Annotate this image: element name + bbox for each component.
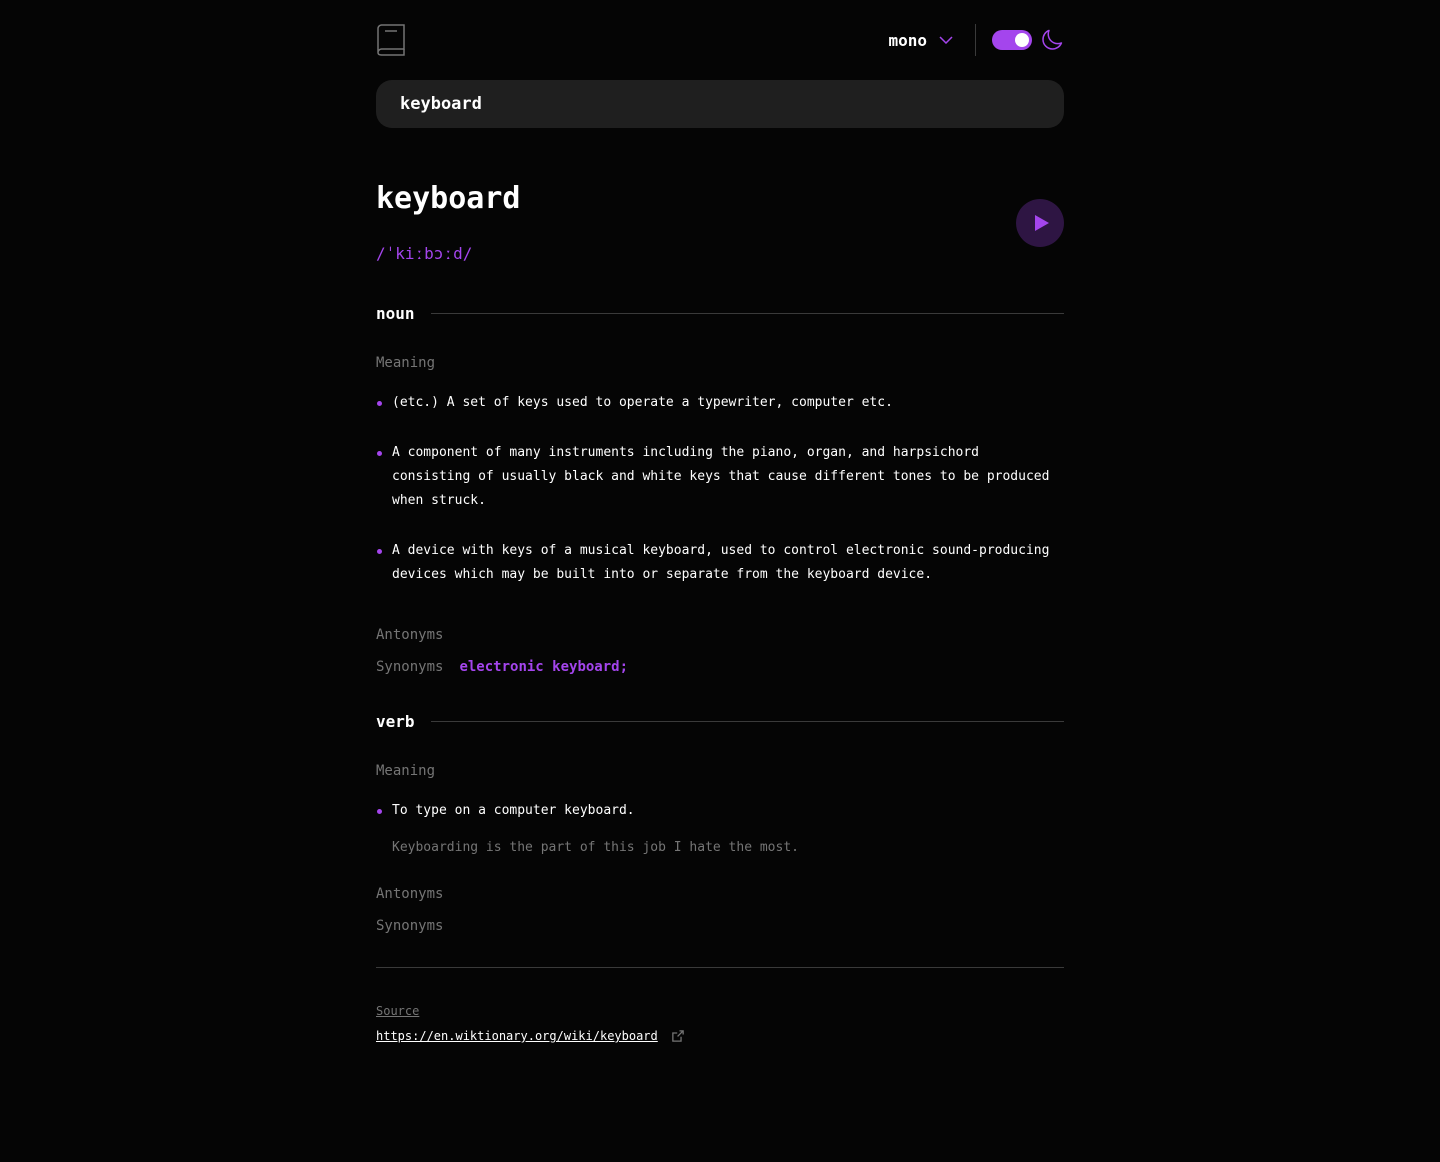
play-audio-button[interactable] — [1016, 199, 1064, 247]
part-of-speech-label: noun — [376, 303, 415, 323]
part-of-speech-divider — [430, 720, 1064, 722]
book-logo-icon[interactable] — [376, 24, 406, 56]
footer-divider — [376, 967, 1064, 968]
header-divider — [975, 24, 976, 56]
antonyms-row: Antonyms — [376, 625, 1064, 645]
part-of-speech-row: noun — [376, 301, 1064, 325]
source-row: https://en.wiktionary.org/wiki/keyboard — [376, 1027, 1064, 1045]
chevron-down-icon — [939, 36, 953, 44]
antonyms-label: Antonyms — [376, 627, 444, 643]
synonyms-row: Synonyms — [376, 916, 1064, 936]
dictionary-page: mono keyboard /ˈkiːbɔːd/ — [376, 0, 1064, 1045]
meaning-section-noun: noun Meaning (etc.) A set of keys used t… — [376, 301, 1064, 677]
definition-item: (etc.) A set of keys used to operate a t… — [376, 391, 1064, 415]
header-controls: mono — [888, 24, 1064, 56]
theme-toggle[interactable] — [992, 30, 1032, 50]
definition-list: (etc.) A set of keys used to operate a t… — [376, 391, 1064, 587]
meaning-heading: Meaning — [376, 355, 436, 371]
font-family-selected-label: mono — [888, 30, 927, 50]
antonyms-row: Antonyms — [376, 884, 1064, 904]
synonyms-label: Synonyms — [376, 918, 444, 934]
part-of-speech-label: verb — [376, 711, 415, 731]
definition-item: A component of many instruments includin… — [376, 441, 1064, 513]
app-header: mono — [376, 24, 1064, 56]
word-header: keyboard /ˈkiːbɔːd/ — [376, 179, 1064, 265]
moon-icon — [1042, 29, 1063, 50]
meaning-section-verb: verb Meaning To type on a computer keybo… — [376, 709, 1064, 936]
external-link-icon[interactable] — [671, 1030, 684, 1042]
definition-item: A device with keys of a musical keyboard… — [376, 539, 1064, 587]
definition-list: To type on a computer keyboard. — [376, 799, 1064, 823]
source-link[interactable]: https://en.wiktionary.org/wiki/keyboard — [376, 1029, 658, 1043]
search-input[interactable] — [400, 94, 1040, 114]
synonym-link[interactable]: electronic keyboard; — [459, 659, 628, 675]
theme-toggle-knob — [1015, 33, 1029, 47]
antonyms-label: Antonyms — [376, 886, 444, 902]
definition-example: Keyboarding is the part of this job I ha… — [392, 840, 799, 855]
meaning-heading: Meaning — [376, 763, 436, 779]
source-label: Source — [376, 1004, 420, 1018]
part-of-speech-divider — [430, 312, 1064, 314]
synonyms-label: Synonyms — [376, 659, 444, 675]
word-title: keyboard — [376, 181, 521, 216]
definition-item: To type on a computer keyboard. — [376, 799, 1064, 823]
search-bar — [376, 80, 1064, 128]
font-family-select[interactable]: mono — [888, 24, 953, 56]
play-icon — [1034, 215, 1049, 231]
part-of-speech-row: verb — [376, 709, 1064, 733]
phonetic-text: /ˈkiːbɔːd/ — [376, 244, 473, 263]
synonyms-row: Synonyms electronic keyboard; — [376, 657, 1064, 677]
